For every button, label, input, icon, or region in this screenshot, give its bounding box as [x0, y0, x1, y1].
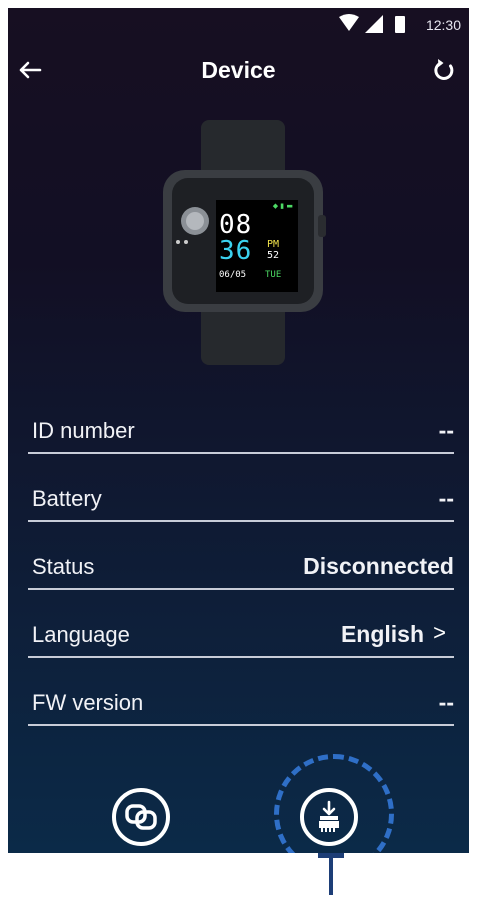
- watch-minutes: 36: [219, 236, 253, 266]
- row-id-number: ID number --: [28, 386, 454, 454]
- fw-version-value: --: [438, 689, 454, 715]
- top-bar: Device: [8, 44, 469, 98]
- fw-version-label: FW version: [32, 690, 144, 715]
- status-label: Status: [32, 554, 95, 579]
- id-number-value: --: [438, 417, 454, 443]
- row-language[interactable]: Language English >: [28, 590, 454, 658]
- watch-date: 06/05: [219, 270, 247, 280]
- signal-icon: [365, 15, 383, 33]
- refresh-icon[interactable]: [429, 54, 461, 86]
- clean-brush-icon: [319, 800, 339, 832]
- device-info-list: ID number -- Battery -- Status Disconnec…: [28, 386, 454, 726]
- clock-time: 12:30: [425, 17, 461, 33]
- page-title: Device: [201, 57, 276, 83]
- status-bar: 12:30: [8, 8, 469, 44]
- row-fw-version: FW version --: [28, 658, 454, 726]
- device-screen: 12:30 Device ◆ ▮ ▬ 08 36 PM 52 06/05 TUE…: [8, 8, 469, 853]
- language-label: Language: [32, 622, 130, 647]
- row-status: Status Disconnected: [28, 522, 454, 590]
- watch-display: ◆ ▮ ▬ 08 36 PM 52 06/05 TUE: [217, 202, 297, 288]
- watch-status-icons: ◆ ▮ ▬: [272, 202, 293, 210]
- link-icon: [125, 804, 157, 830]
- id-number-label: ID number: [32, 418, 135, 443]
- watch-seconds: 52: [267, 250, 280, 261]
- battery-label: Battery: [32, 486, 102, 511]
- battery-value: --: [438, 485, 454, 511]
- clean-button[interactable]: [300, 788, 358, 846]
- row-battery: Battery --: [28, 454, 454, 522]
- watch-weekday: TUE: [265, 270, 282, 280]
- pair-button[interactable]: [112, 788, 170, 846]
- battery-icon: [395, 16, 405, 33]
- callout-pointer-line: [329, 855, 333, 895]
- status-value: Disconnected: [303, 553, 454, 579]
- language-value: English: [340, 621, 424, 647]
- chevron-right-icon: >: [433, 620, 446, 645]
- wifi-icon: [339, 14, 359, 31]
- watch-ampm: PM: [267, 239, 280, 250]
